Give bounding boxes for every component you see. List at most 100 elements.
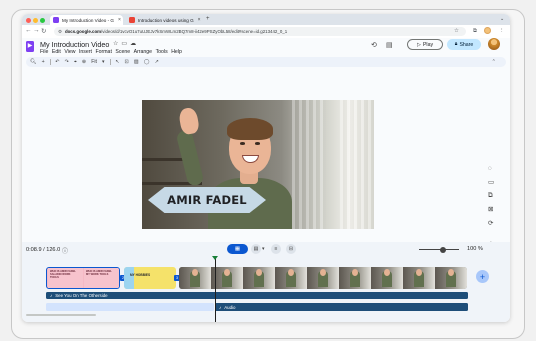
- template-sidebar-icon[interactable]: ⧉: [488, 192, 493, 200]
- share-button[interactable]: 🔒︎ Share: [447, 39, 481, 50]
- comment-sidebar-icon[interactable]: ◌: [488, 165, 492, 172]
- back-arrow-icon[interactable]: ←: [25, 27, 32, 34]
- share-label: Share: [459, 41, 474, 48]
- tab-close-icon[interactable]: ×: [118, 17, 121, 23]
- toolbar-divider: [49, 59, 51, 65]
- audio-track-label: Audio: [224, 304, 236, 310]
- version-history-icon[interactable]: ⟲: [371, 41, 377, 49]
- recording-sidebar-icon[interactable]: ⟳: [488, 219, 493, 227]
- scenes-grid-icon: ▦: [234, 246, 241, 252]
- voiceover-track-empty[interactable]: [46, 303, 214, 311]
- profile-avatar-icon[interactable]: [484, 27, 491, 34]
- scene-thumb: [243, 267, 275, 289]
- close-window-icon[interactable]: [26, 17, 31, 23]
- timeline-view-button[interactable]: ▤: [251, 244, 261, 254]
- search-menus-icon[interactable]: 🔍︎: [30, 59, 37, 65]
- scene-thumb: [403, 267, 435, 289]
- new-tab-button[interactable]: +: [206, 16, 210, 22]
- select-cursor-icon[interactable]: ↖: [115, 59, 119, 65]
- play-label: Play: [422, 41, 434, 48]
- view-dropdown-chevron-icon[interactable]: ▾: [262, 246, 265, 252]
- comments-icon[interactable]: ▤: [386, 41, 393, 49]
- menu-help[interactable]: Help: [171, 49, 182, 55]
- extensions-icon[interactable]: ⧉: [473, 28, 477, 35]
- captions-icon: ⊟: [288, 246, 294, 252]
- timeline-scrollbar[interactable]: [26, 314, 96, 316]
- scene-clip-2[interactable]: MY HOBBIES: [124, 267, 176, 289]
- google-vids-logo-icon[interactable]: ▶: [26, 41, 34, 52]
- add-icon[interactable]: +: [42, 59, 45, 65]
- undo-icon[interactable]: ↶: [55, 59, 59, 65]
- account-avatar[interactable]: [488, 38, 500, 50]
- menu-insert[interactable]: Insert: [79, 49, 92, 55]
- tab-my-introduction-video[interactable]: My Introduction Video - G ×: [50, 15, 123, 25]
- add-scene-button[interactable]: +: [476, 270, 489, 283]
- tab-introduction-videos[interactable]: Introduction videos using G ×: [126, 15, 203, 25]
- shape-icon[interactable]: ◯: [144, 59, 150, 65]
- menu-scene[interactable]: Scene: [115, 49, 130, 55]
- person-hair: [227, 118, 273, 140]
- document-title[interactable]: My Introduction Video: [40, 40, 109, 49]
- zoom-icon[interactable]: ⊕: [82, 59, 86, 65]
- tab-search-chevron-icon[interactable]: ⌄: [500, 16, 504, 22]
- playhead-handle[interactable]: [212, 256, 218, 260]
- tab-label: Introduction videos using G: [138, 17, 194, 23]
- tab-close-icon[interactable]: ×: [198, 17, 201, 23]
- menu-edit[interactable]: Edit: [52, 49, 61, 55]
- zoom-select[interactable]: Fit: [91, 59, 97, 65]
- music-track-label: See You On The Otherside: [55, 293, 108, 298]
- redo-icon[interactable]: ↷: [65, 59, 69, 65]
- align-button[interactable]: ≡: [271, 244, 281, 254]
- name-text[interactable]: AMIR FADEL: [167, 193, 247, 207]
- audio-track[interactable]: ♪ Audio: [215, 303, 468, 311]
- menu-view[interactable]: View: [64, 49, 75, 55]
- scene-thumb-label: WHO IS AMIR FADEL MY WORK TOOLS: [86, 270, 112, 276]
- menu-tools[interactable]: Tools: [156, 49, 168, 55]
- scene-thumb: [275, 267, 307, 289]
- play-button[interactable]: ▷ Play: [407, 39, 443, 50]
- play-icon: ▷: [416, 41, 421, 48]
- collapse-toolbar-icon[interactable]: ⌃: [492, 59, 496, 65]
- browser-menu-icon[interactable]: ⋮: [499, 28, 505, 34]
- media-sidebar-icon[interactable]: ⊠: [488, 205, 493, 213]
- scene-clip-3[interactable]: [179, 267, 467, 289]
- scene-thumb-label: WHO IS AMIR FADEL SALADIN WORK TOOLS: [50, 270, 76, 279]
- image-icon[interactable]: ▨: [134, 59, 139, 65]
- scene-track: WHO IS AMIR FADEL SALADIN WORK TOOLS WHO…: [46, 267, 489, 290]
- music-track[interactable]: ♪ See You On The Otherside: [46, 292, 468, 299]
- app-header: ▶ My Introduction Video ☆▭☁ File Edit Vi…: [22, 38, 510, 68]
- timeline-icon: ▤: [253, 246, 259, 252]
- forward-arrow-icon[interactable]: →: [33, 27, 40, 34]
- text-box-icon[interactable]: ⊡: [125, 59, 129, 65]
- menu-format[interactable]: Format: [95, 49, 111, 55]
- scene-view-toggle[interactable]: ▦: [227, 244, 248, 254]
- captions-button[interactable]: ⊟: [286, 244, 296, 254]
- timeline-panel: 0:08.9 / 126.0 ⓘ ▦ ▤ ▾ ≡ ⊟ 100 % WHO IS …: [22, 242, 510, 322]
- menu-arrange[interactable]: Arrange: [134, 49, 152, 55]
- bookmark-star-icon[interactable]: ☆: [454, 28, 459, 34]
- name-lower-third[interactable]: AMIR FADEL: [148, 187, 266, 213]
- minimize-window-icon[interactable]: [33, 17, 38, 23]
- maximize-window-icon[interactable]: [40, 17, 45, 23]
- zoom-dropdown-chevron-icon[interactable]: ▾: [102, 59, 105, 65]
- cloud-status-icon[interactable]: ☁: [130, 41, 139, 47]
- scene-thumb-label: MY HOBBIES: [130, 273, 151, 277]
- person-eye: [255, 142, 260, 145]
- folder-sidebar-icon[interactable]: ▭: [488, 178, 494, 186]
- reload-icon[interactable]: ↻: [41, 27, 46, 35]
- info-icon[interactable]: ⓘ: [62, 246, 68, 255]
- move-folder-icon[interactable]: ▭: [121, 41, 130, 47]
- video-frame[interactable]: AMIR FADEL: [142, 100, 374, 229]
- scene-clip-1[interactable]: WHO IS AMIR FADEL SALADIN WORK TOOLS WHO…: [46, 267, 120, 289]
- url-input[interactable]: ⚙ docs.google.com/videos/d/1vcvO1u7uUJEJ…: [54, 27, 466, 36]
- lock-icon: 🔒︎: [454, 41, 458, 47]
- timeline-zoom-handle[interactable]: [440, 246, 446, 253]
- paint-format-icon[interactable]: ⌖: [74, 59, 77, 66]
- line-icon[interactable]: ↗: [155, 59, 159, 65]
- url-path: /videos/d/1vcvO1u7uUJEJv7kSmWLm2BQ7m8-ii…: [101, 29, 288, 34]
- site-info-icon[interactable]: ⚙: [58, 29, 62, 35]
- timeline-zoom-slider[interactable]: [419, 249, 459, 251]
- menu-file[interactable]: File: [40, 49, 48, 55]
- toolbar-divider: [109, 59, 111, 65]
- playhead-line[interactable]: [215, 258, 216, 322]
